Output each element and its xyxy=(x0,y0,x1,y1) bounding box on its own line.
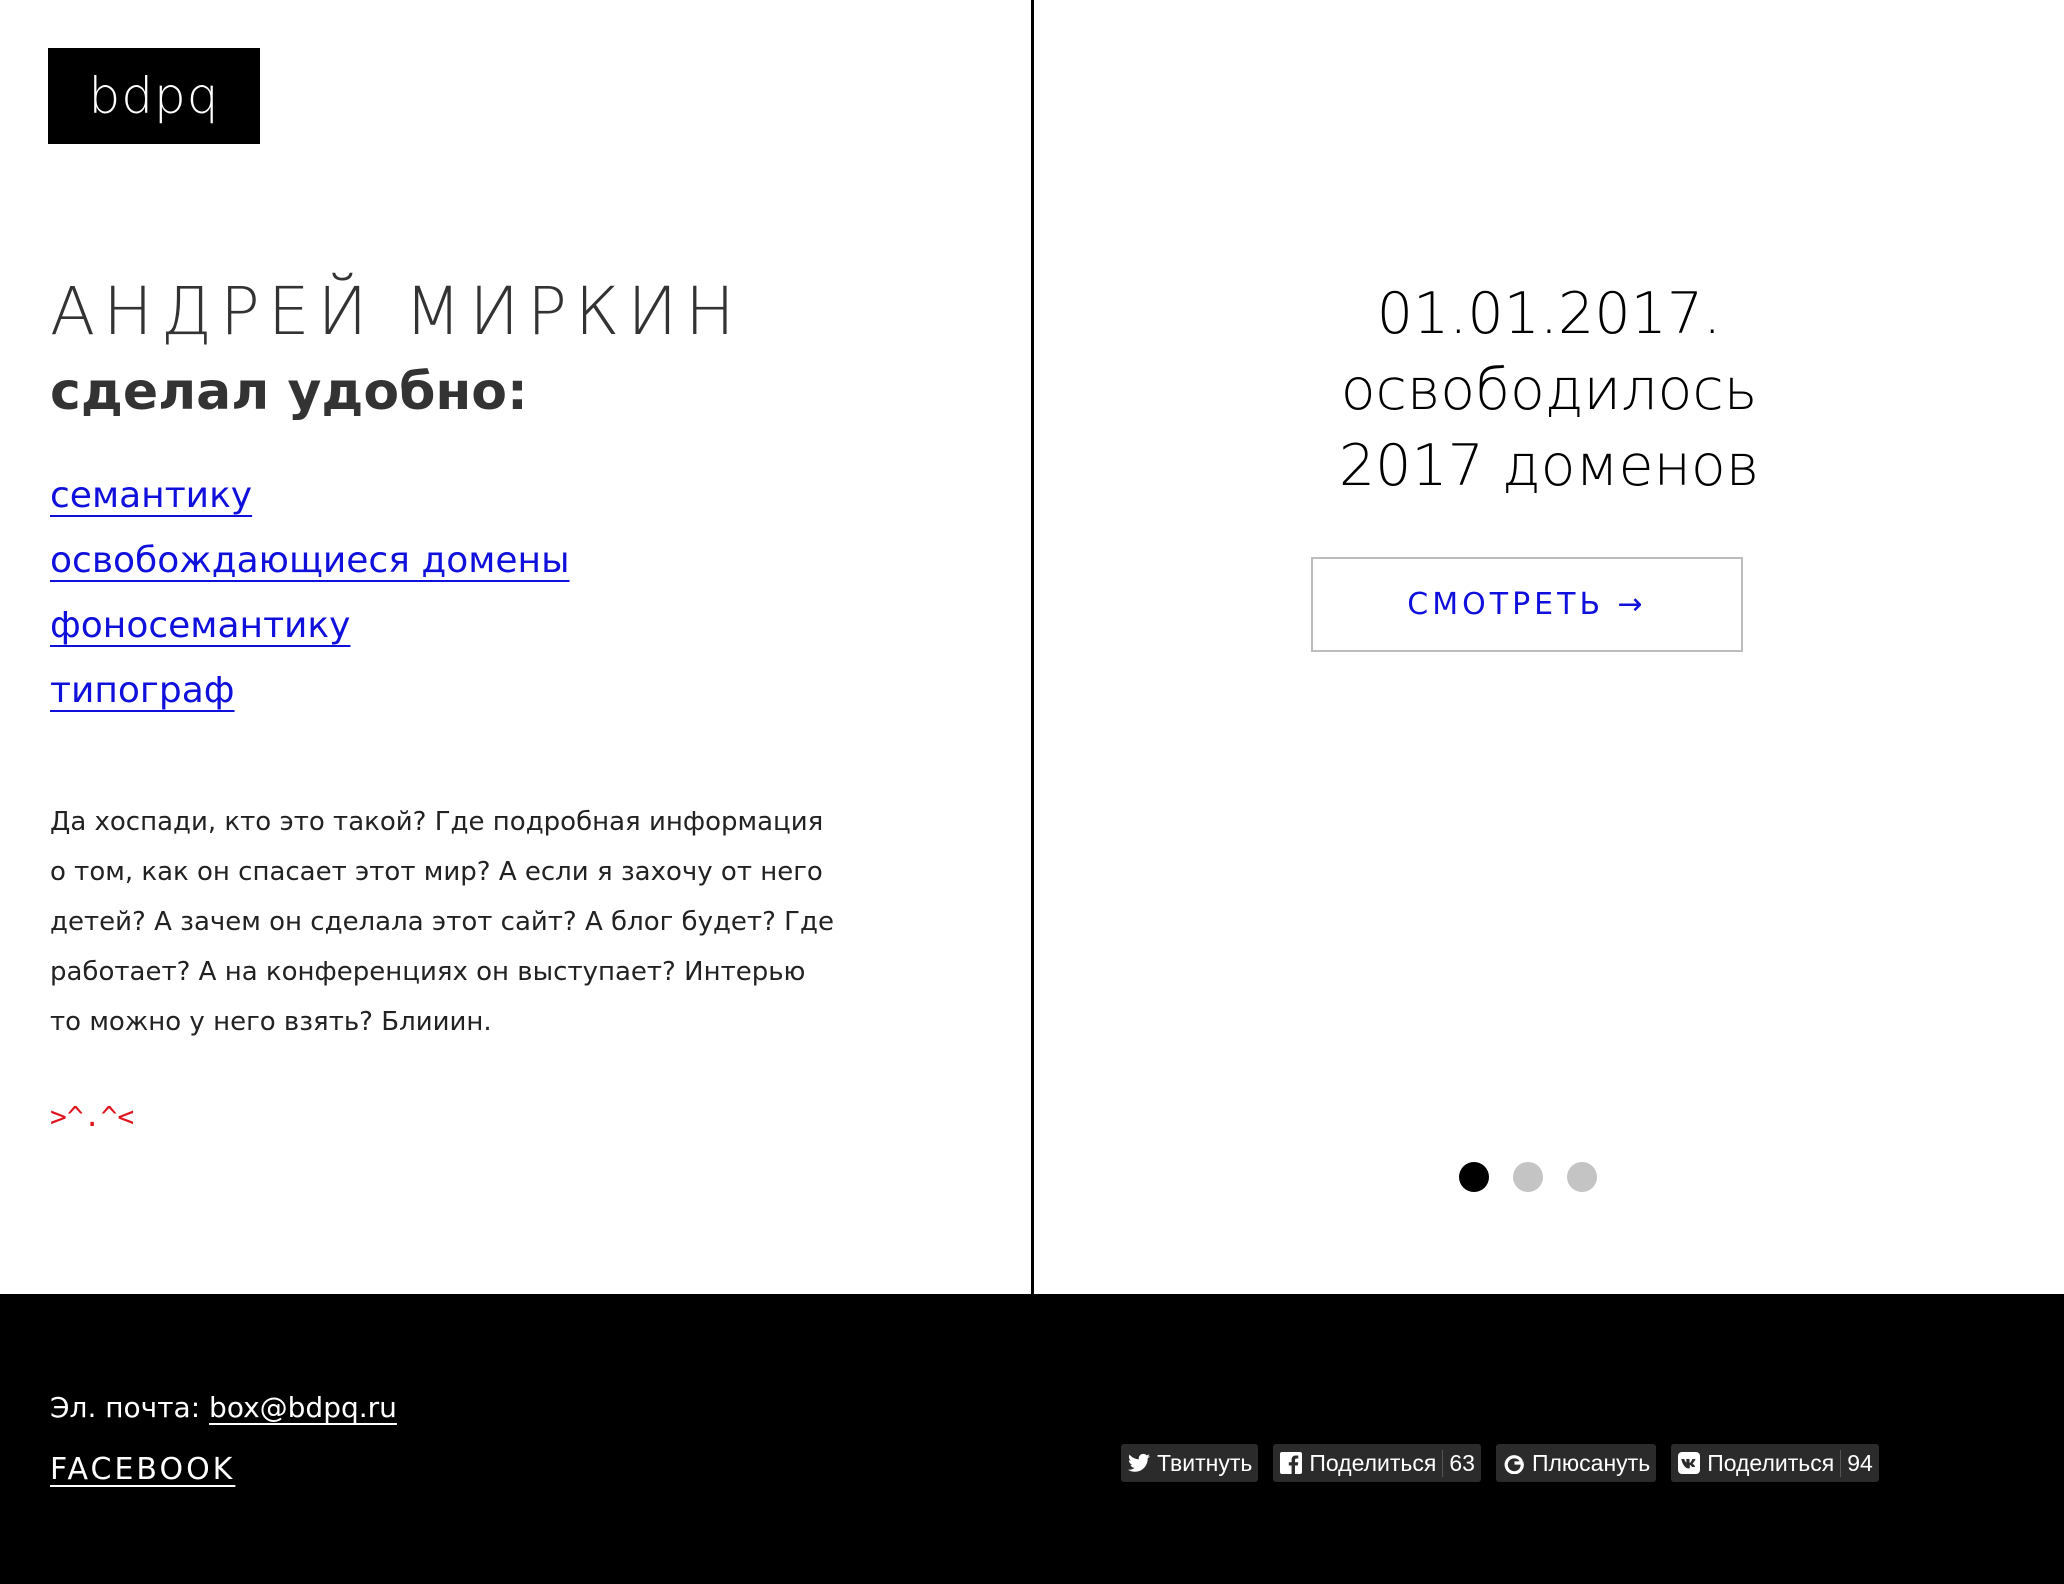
about-line: то можно у него взять? Блииин. xyxy=(50,1007,492,1037)
slider-panel: 01.01.2017. освободилось 2017 доменов СМ… xyxy=(1034,0,2064,1294)
email-label: Эл. почта: xyxy=(50,1391,201,1424)
slider-pagination xyxy=(1459,1162,1597,1192)
slide-line: освободилось xyxy=(1340,357,1758,423)
facebook-share-button[interactable]: Поделиться 63 xyxy=(1273,1444,1481,1482)
footer: Эл. почта: box@bdpq.ru FACEBOOK Твитнуть… xyxy=(0,1294,2064,1584)
share-count: 63 xyxy=(1442,1449,1475,1477)
tool-link-expiring-domains[interactable]: освобождающиеся домены xyxy=(50,540,570,581)
list-item: семантику xyxy=(50,466,570,531)
list-item: фоносемантику xyxy=(50,596,570,661)
left-panel: bdpq АНДРЕЙ МИРКИН сделал удобно: семант… xyxy=(0,0,1031,1294)
tweet-button[interactable]: Твитнуть xyxy=(1121,1444,1259,1482)
email-link[interactable]: box@bdpq.ru xyxy=(209,1391,397,1424)
tool-link-phonosemantics[interactable]: фоносемантику xyxy=(50,605,350,646)
slide-line-date: 01.01.2017. xyxy=(1376,281,1722,347)
slider-dot-3[interactable] xyxy=(1567,1162,1597,1192)
tools-list: семантику освобождающиеся домены фоносем… xyxy=(50,466,570,726)
kaomoji: >^.^< xyxy=(50,1100,135,1133)
view-button[interactable]: СМОТРЕТЬ → xyxy=(1311,557,1743,652)
google-plus-icon xyxy=(1502,1451,1526,1475)
tool-link-typograph[interactable]: типограф xyxy=(50,670,235,711)
logo[interactable]: bdpq xyxy=(48,48,260,144)
author-name: АНДРЕЙ МИРКИН xyxy=(50,273,743,350)
google-plus-button[interactable]: Плюсануть xyxy=(1495,1444,1657,1482)
main-area: bdpq АНДРЕЙ МИРКИН сделал удобно: семант… xyxy=(0,0,2064,1294)
about-line: детей? А зачем он сделала этот сайт? А б… xyxy=(50,907,834,937)
facebook-icon xyxy=(1279,1451,1303,1475)
list-item: типограф xyxy=(50,661,570,726)
share-count: 94 xyxy=(1840,1449,1873,1477)
twitter-icon xyxy=(1127,1451,1151,1475)
about-line: Да хоспади, кто это такой? Где подробная… xyxy=(50,807,824,837)
list-item: освобождающиеся домены xyxy=(50,531,570,596)
slide-text: 01.01.2017. освободилось 2017 доменов xyxy=(1034,276,2064,504)
slide-line: 2017 доменов xyxy=(1338,433,1760,499)
share-buttons: Твитнуть Поделиться 63 Плюсануть Поделит… xyxy=(1121,1444,1879,1482)
email-row: Эл. почта: box@bdpq.ru xyxy=(50,1388,397,1428)
about-line: о том, как он спасает этот мир? А если я… xyxy=(50,857,823,887)
vk-icon xyxy=(1677,1451,1701,1475)
page: bdpq АНДРЕЙ МИРКИН сделал удобно: семант… xyxy=(0,0,2064,1584)
facebook-link[interactable]: FACEBOOK xyxy=(50,1452,235,1487)
about-text: Да хоспади, кто это такой? Где подробная… xyxy=(50,797,834,1047)
slider-dot-1[interactable] xyxy=(1459,1162,1489,1192)
share-label: Твитнуть xyxy=(1157,1449,1253,1476)
about-line: работает? А на конференциях он выступает… xyxy=(50,957,806,987)
slider-dot-2[interactable] xyxy=(1513,1162,1543,1192)
subtitle: сделал удобно: xyxy=(50,362,528,422)
share-label: Плюсануть xyxy=(1531,1449,1651,1476)
vk-share-button[interactable]: Поделиться 94 xyxy=(1671,1444,1879,1482)
tool-link-semantics[interactable]: семантику xyxy=(50,475,252,516)
share-label: Поделиться xyxy=(1707,1449,1835,1476)
share-label: Поделиться xyxy=(1309,1449,1437,1476)
